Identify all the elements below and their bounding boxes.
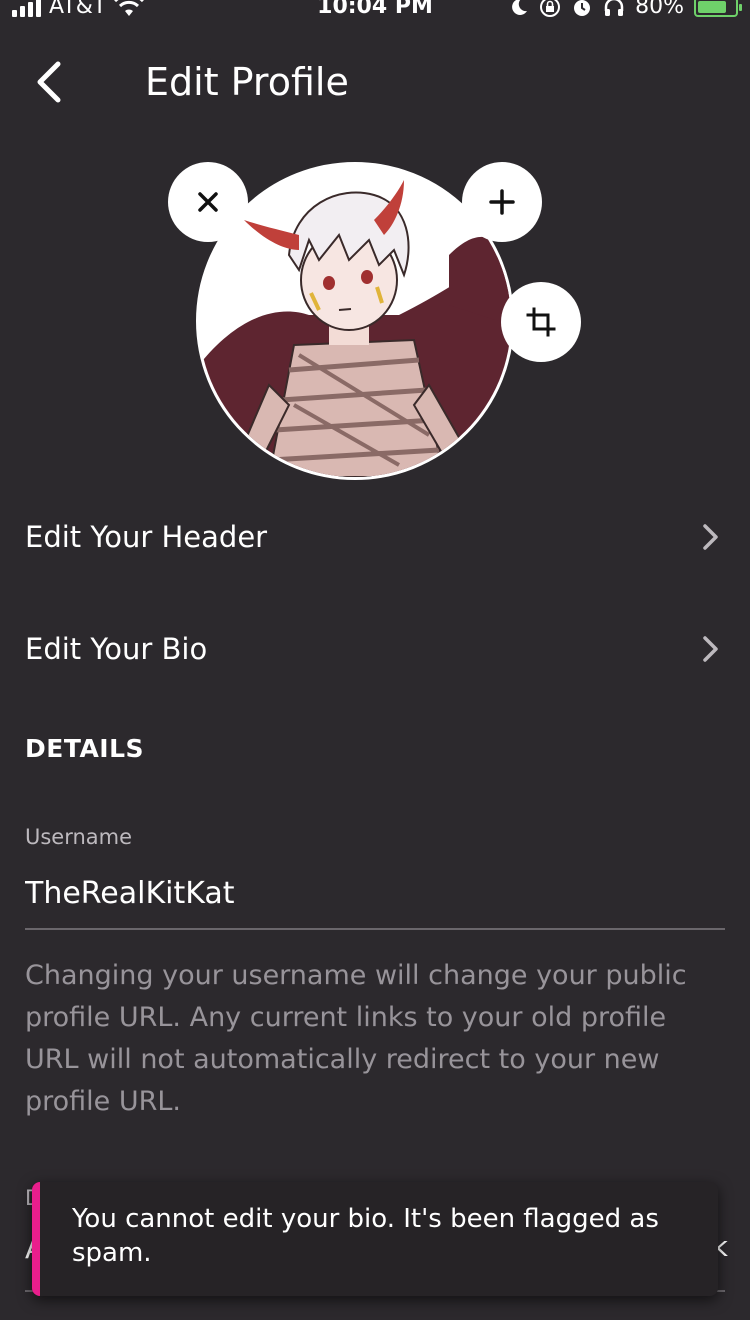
plus-icon: [489, 189, 515, 215]
edit-profile-screen: AT&T 10:04 PM 80% Edit Profile Edit Your…: [0, 0, 750, 1320]
moon-icon: [512, 0, 528, 15]
username-input[interactable]: [25, 858, 725, 930]
error-toast[interactable]: You cannot edit your bio. It's been flag…: [32, 1182, 718, 1296]
status-right: 80%: [509, 0, 742, 19]
chevron-right-icon: [703, 636, 718, 662]
username-label: Username: [25, 825, 133, 849]
toast-message: You cannot edit your bio. It's been flag…: [72, 1204, 659, 1268]
edit-header-row[interactable]: Edit Your Header: [0, 497, 750, 577]
alarm-icon: [574, 0, 591, 16]
edit-bio-label: Edit Your Bio: [25, 632, 208, 666]
battery-fill: [698, 0, 726, 13]
battery-charging-icon: [694, 0, 742, 17]
battery-percent: 80%: [635, 0, 684, 19]
edit-header-label: Edit Your Header: [25, 520, 268, 554]
rotation-lock-icon: [540, 0, 561, 17]
back-button[interactable]: [24, 58, 72, 106]
toast-accent-bar: [32, 1182, 40, 1296]
chevron-right-icon: [703, 524, 718, 550]
page-title: Edit Profile: [145, 60, 349, 104]
crop-icon: [526, 307, 556, 337]
remove-avatar-button[interactable]: [168, 162, 248, 242]
chevron-left-icon: [37, 61, 61, 103]
username-help-text: Changing your username will change your …: [25, 960, 687, 1117]
headphones-icon: [604, 0, 624, 16]
add-avatar-button[interactable]: [462, 162, 542, 242]
edit-bio-row[interactable]: Edit Your Bio: [0, 609, 750, 689]
status-bar: AT&T 10:04 PM 80%: [0, 0, 750, 24]
details-section-title: DETAILS: [25, 734, 145, 763]
close-icon: [198, 192, 218, 212]
crop-avatar-button[interactable]: [501, 282, 581, 362]
